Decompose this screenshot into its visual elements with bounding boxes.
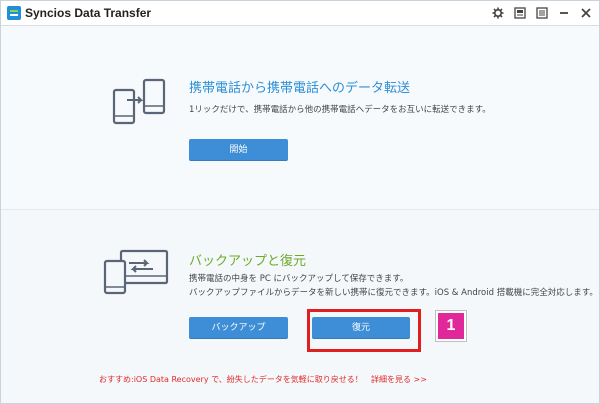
- window-controls: [489, 4, 595, 22]
- start-button[interactable]: 開始: [189, 139, 288, 161]
- more-details-link[interactable]: 詳細を見る >>: [371, 374, 427, 386]
- phone-to-pc-icon: [103, 249, 169, 295]
- restore-highlight-box: [307, 309, 421, 352]
- minimize-icon[interactable]: [555, 4, 573, 22]
- close-icon[interactable]: [577, 4, 595, 22]
- promo-text: おすすめ:iOS Data Recovery で、紛失したデータを気軽に取り戻せ…: [99, 375, 363, 384]
- phone-to-phone-icon: [112, 78, 166, 125]
- step-badge: 1: [435, 310, 467, 342]
- title-bar: Syncios Data Transfer: [1, 1, 599, 26]
- backup-description-line1: 携帯電話の中身を PC にバックアップして保存できます。: [189, 274, 409, 284]
- syncios-logo-icon: [7, 6, 21, 20]
- backup-title: バックアップと復元: [189, 254, 307, 269]
- transfer-title: 携帯電話から携帯電話へのデータ転送: [189, 81, 411, 96]
- app-title: Syncios Data Transfer: [25, 6, 152, 20]
- menu-icon[interactable]: [533, 4, 551, 22]
- backup-description-line2: バックアップファイルからデータを新しい携帯に復元できます。iOS & Andro…: [189, 288, 598, 298]
- app-window: Syncios Data Transfer 携帯電話から携帯電話へのデータ転送 …: [0, 0, 600, 404]
- backup-button[interactable]: バックアップ: [189, 317, 288, 339]
- backup-panel: バックアップと復元 携帯電話の中身を PC にバックアップして保存できます。 バ…: [1, 211, 599, 403]
- skin-icon[interactable]: [511, 4, 529, 22]
- gear-icon[interactable]: [489, 4, 507, 22]
- transfer-description: 1リックだけで、携帯電話から他の携帯電話へデータをお互いに転送できます。: [189, 105, 491, 115]
- transfer-panel: 携帯電話から携帯電話へのデータ転送 1リックだけで、携帯電話から他の携帯電話へデ…: [1, 26, 599, 210]
